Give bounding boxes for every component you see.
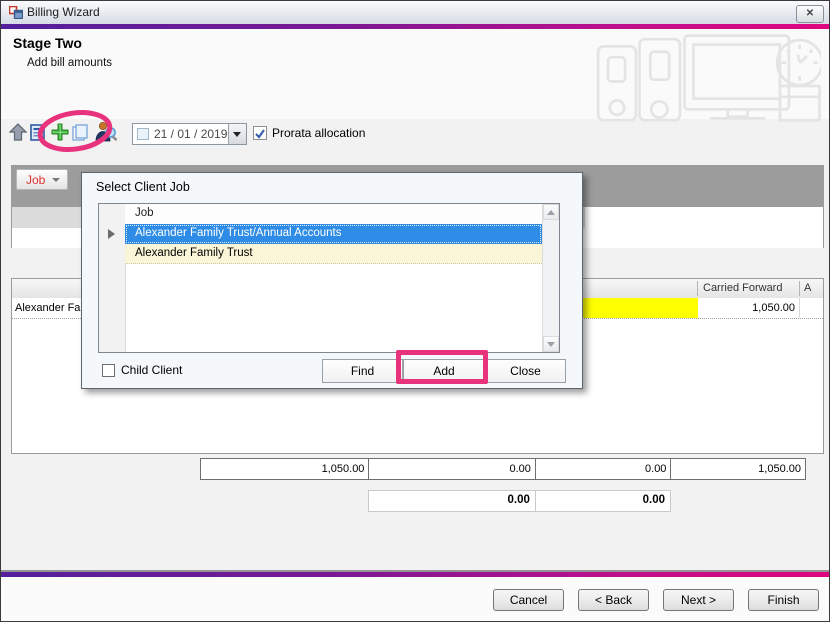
window-title: Billing Wizard xyxy=(27,5,100,19)
date-dropdown-button[interactable] xyxy=(228,124,246,144)
job-group-button[interactable]: Job xyxy=(16,169,68,190)
title-bar: Billing Wizard ✕ xyxy=(1,1,829,25)
job-row[interactable]: Alexander Family Trust xyxy=(125,244,542,264)
job-list-header: Job xyxy=(125,204,542,225)
client-name-cell: Alexander Fa xyxy=(15,302,80,314)
job-group-label: Job xyxy=(26,173,45,187)
a-cell xyxy=(799,298,825,318)
grid-totals-row: 1,050.00 0.00 0.00 1,050.00 xyxy=(200,458,806,480)
next-button[interactable]: Next > xyxy=(663,589,734,611)
wizard-footer: Cancel < Back Next > Finish xyxy=(1,577,829,621)
prorata-label: Prorata allocation xyxy=(272,126,365,140)
office-watermark-graphic xyxy=(593,32,821,122)
a-column-header: A xyxy=(804,282,811,294)
date-picker[interactable]: 21 / 01 / 2019 xyxy=(132,123,247,145)
finish-button[interactable]: Finish xyxy=(748,589,819,611)
child-client-checkbox[interactable] xyxy=(102,364,115,377)
bill-amount-row: 0.00 0.00 xyxy=(368,490,671,512)
find-button[interactable]: Find xyxy=(322,359,403,383)
bill-amount-cell[interactable]: 0.00 xyxy=(535,491,670,511)
row-selector-column xyxy=(99,204,126,352)
column-separator xyxy=(697,281,698,296)
add-job-plus-icon[interactable] xyxy=(50,122,70,142)
add-button[interactable]: Add xyxy=(403,359,485,383)
close-button[interactable]: ✕ xyxy=(796,5,824,23)
copy-document-icon[interactable] xyxy=(72,124,89,141)
job-row-label: Alexander Family Trust/Annual Accounts xyxy=(135,227,341,239)
stage-subtitle: Add bill amounts xyxy=(27,57,112,69)
select-client-job-dialog: Select Client Job Job Alexander Family T… xyxy=(81,172,583,389)
close-dialog-button[interactable]: Close xyxy=(485,359,566,383)
current-row-pointer-icon xyxy=(108,229,115,239)
triangle-down-icon xyxy=(547,342,555,347)
cancel-button[interactable]: Cancel xyxy=(493,589,564,611)
job-row-selected[interactable]: Alexander Family Trust/Annual Accounts xyxy=(125,224,542,244)
total-cell: 1,050.00 xyxy=(670,459,805,479)
billing-wizard-window: Billing Wizard ✕ Stage Two Add bill amou… xyxy=(0,0,830,622)
list-scrollbar[interactable] xyxy=(542,204,559,352)
carried-forward-header: Carried Forward xyxy=(703,282,782,294)
client-search-icon[interactable] xyxy=(94,121,118,143)
scroll-down-button[interactable] xyxy=(543,336,559,352)
triangle-up-icon xyxy=(547,210,555,215)
back-button[interactable]: < Back xyxy=(578,589,649,611)
bill-amount-cell[interactable]: 0.00 xyxy=(369,491,535,511)
wizard-header: Stage Two Add bill amounts xyxy=(1,29,829,119)
date-enable-checkbox[interactable] xyxy=(137,128,149,140)
total-cell: 0.00 xyxy=(535,459,671,479)
checkmark-icon xyxy=(254,128,266,140)
chevron-down-icon xyxy=(233,132,241,137)
stage-title: Stage Two xyxy=(13,35,82,51)
editable-amount-cell[interactable] xyxy=(577,298,698,318)
bill-document-icon[interactable] xyxy=(30,124,47,141)
column-separator xyxy=(799,281,800,296)
total-cell: 0.00 xyxy=(368,459,534,479)
chevron-down-icon xyxy=(52,178,60,182)
close-icon: ✕ xyxy=(806,8,814,19)
up-arrow-icon[interactable] xyxy=(8,122,28,142)
app-icon xyxy=(9,6,23,19)
prorata-checkbox[interactable] xyxy=(253,126,267,140)
job-row-label: Alexander Family Trust xyxy=(135,247,253,259)
dialog-title: Select Client Job xyxy=(96,180,190,194)
scroll-up-button[interactable] xyxy=(543,204,559,220)
date-value: 21 / 01 / 2019 xyxy=(154,127,227,141)
child-client-label: Child Client xyxy=(121,363,182,377)
job-list: Job Alexander Family Trust/Annual Accoun… xyxy=(98,203,560,353)
job-column-header: Job xyxy=(135,207,154,219)
total-cell: 1,050.00 xyxy=(201,459,368,479)
carried-forward-cell: 1,050.00 xyxy=(697,302,795,314)
